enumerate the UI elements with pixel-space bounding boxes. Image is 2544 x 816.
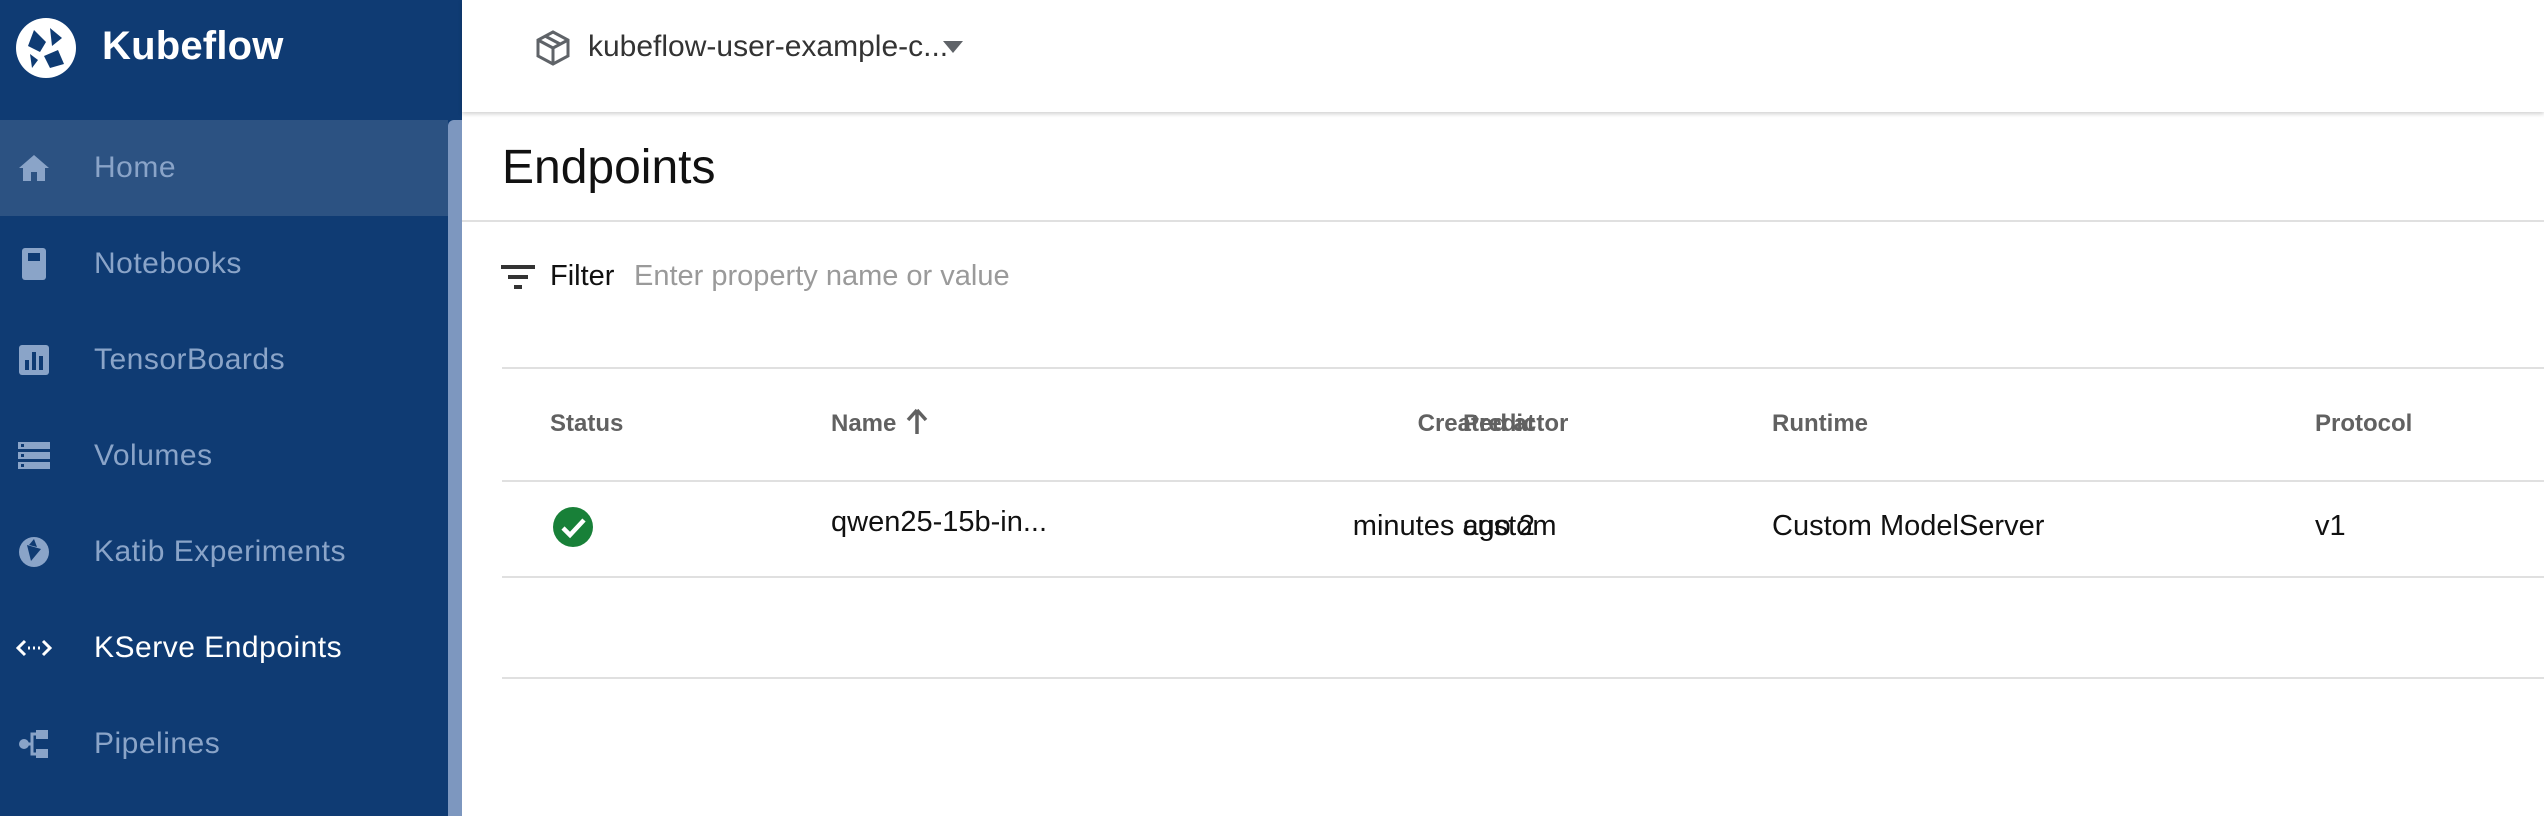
sidebar-item-label: Home [94,151,177,184]
cell-protocol: v1 [2315,510,2346,542]
column-header-predictor[interactable]: Predictor [1463,410,1568,438]
page-title: Endpoints [502,141,716,194]
sidebar-item-home[interactable]: Home [0,120,448,216]
sidebar-item-label: Pipelines [94,727,221,760]
sidebar: Kubeflow Home Notebooks TensorBoards Vol… [0,0,462,816]
sidebar-item-kserve-endpoints[interactable]: KServe Endpoints [0,600,448,696]
sidebar-item-tensorboards[interactable]: TensorBoards [0,312,448,408]
column-header-name[interactable]: Name [831,410,896,438]
filter-icon [501,265,535,289]
column-header-status[interactable]: Status [550,410,623,438]
divider [462,220,2544,222]
sort-arrow-up-icon[interactable] [906,408,928,436]
brand-header[interactable]: Kubeflow [0,0,462,98]
sidebar-item-katib-experiments[interactable]: Katib Experiments [0,504,448,600]
home-icon [16,150,52,186]
code-arrows-icon [16,630,52,666]
sidebar-item-volumes[interactable]: Volumes [0,408,448,504]
filter-input[interactable] [632,250,1336,302]
namespace-selector[interactable]: kubeflow-user-example-c... [588,30,948,64]
notebook-icon [16,246,52,282]
table-bottom-border [502,677,2544,679]
check-circle-icon [553,507,593,547]
endpoint-name-link[interactable]: qwen25-15b-in... [831,506,1047,539]
column-header-protocol[interactable]: Protocol [2315,410,2412,438]
sidebar-item-label: TensorBoards [94,343,286,376]
cell-predictor: custom [1463,510,1557,542]
sidebar-item-label: Volumes [94,439,213,472]
top-bar: kubeflow-user-example-c... [462,0,2544,112]
sidebar-item-notebooks[interactable]: Notebooks [0,216,448,312]
brand-name: Kubeflow [102,24,284,68]
sidebar-scrollbar[interactable] [448,120,462,816]
header-divider [502,480,2544,482]
filter-label: Filter [550,260,615,292]
storage-icon [16,438,52,474]
sidebar-item-pipelines[interactable]: Pipelines [0,696,448,792]
sidebar-item-label: Katib Experiments [94,535,346,568]
sidebar-item-label: KServe Endpoints [94,631,343,664]
bar-chart-icon [16,342,52,378]
katib-icon [16,534,52,570]
table-top-border [502,367,2544,369]
sidebar-item-label: Notebooks [94,247,242,280]
row-divider [502,576,2544,578]
main-content: Endpoints Filter Status Name Created at … [462,112,2544,816]
column-header-runtime[interactable]: Runtime [1772,410,1868,438]
chevron-down-icon[interactable] [942,40,964,54]
namespace-box-icon [536,30,570,66]
cell-runtime: Custom ModelServer [1772,510,2045,542]
kubeflow-logo-icon [16,18,76,78]
pipeline-icon [16,726,52,762]
